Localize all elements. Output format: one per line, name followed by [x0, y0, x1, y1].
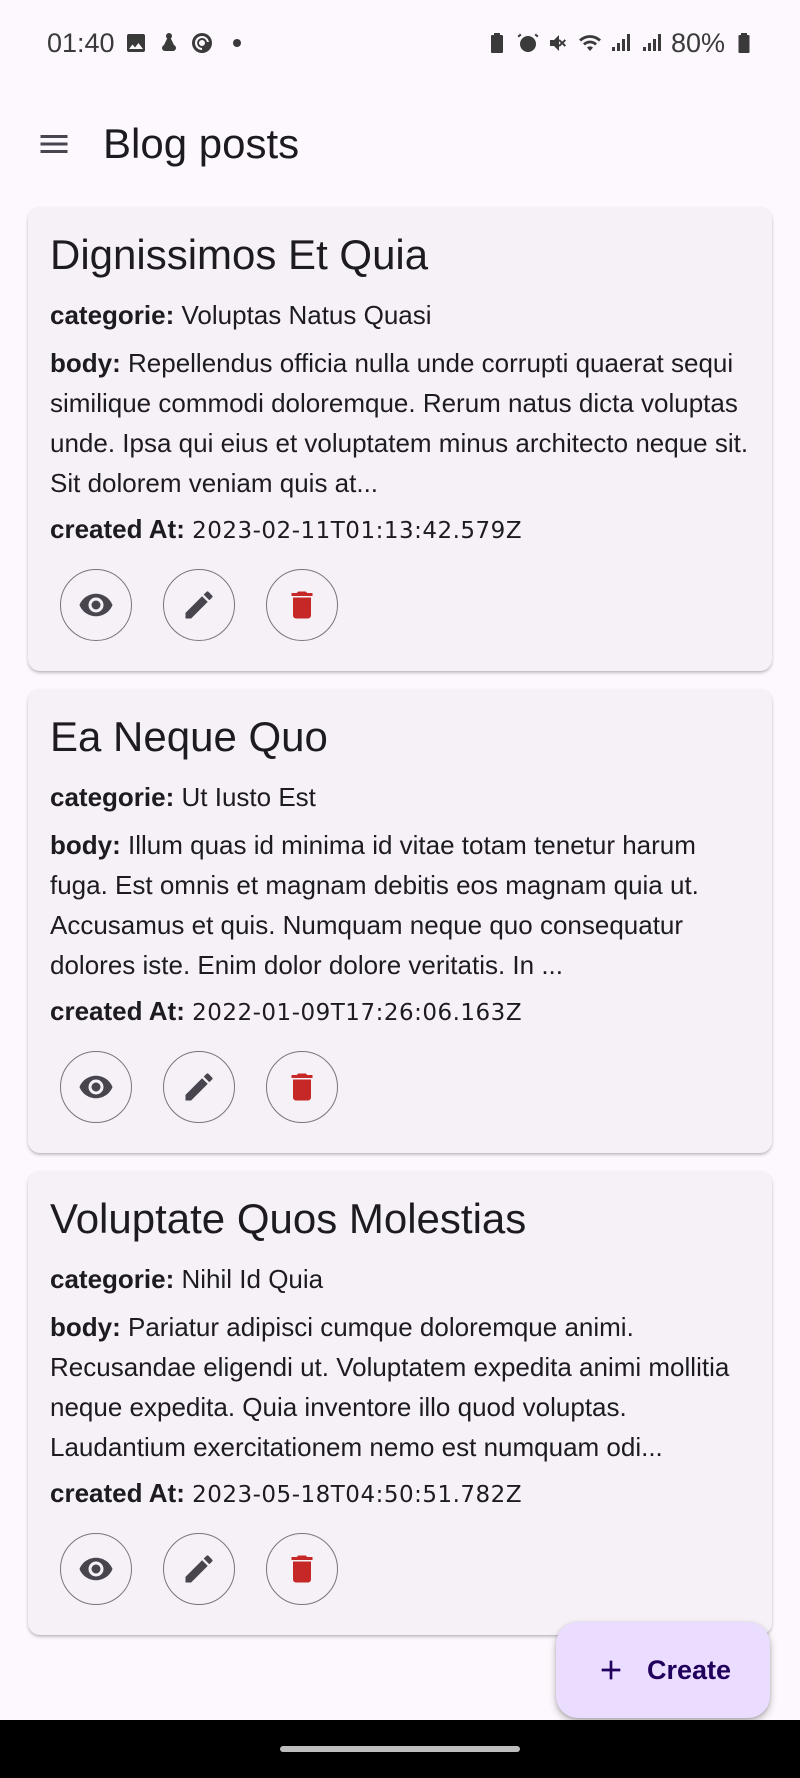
- battery-icon: [732, 31, 756, 55]
- category-value: Voluptas Natus Quasi: [181, 300, 432, 330]
- delete-button[interactable]: [266, 1533, 338, 1605]
- status-time: 01:40: [47, 27, 115, 58]
- created-label: created At:: [50, 996, 185, 1026]
- created-value: 2023-05-18T04:50:51.782Z: [192, 1482, 523, 1508]
- pencil-icon: [185, 591, 213, 619]
- category-value: Ut Iusto Est: [181, 782, 316, 812]
- view-button[interactable]: [60, 569, 132, 641]
- eye-icon: [79, 1557, 113, 1581]
- status-left: 01:40: [47, 28, 241, 59]
- post-card: Voluptate Quos Molestias categorie: Nihi…: [28, 1171, 772, 1635]
- body-label: body:: [50, 1312, 121, 1342]
- battery-saver-icon: [485, 31, 509, 55]
- edit-button[interactable]: [163, 1533, 235, 1605]
- pencil-icon: [185, 1073, 213, 1101]
- created-value: 2023-02-11T01:13:42.579Z: [192, 518, 523, 544]
- post-body: body: Illum quas id minima id vitae tota…: [50, 825, 750, 985]
- post-actions: [50, 1051, 750, 1123]
- view-button[interactable]: [60, 1533, 132, 1605]
- post-body: body: Pariatur adipisci cumque doloremqu…: [50, 1307, 750, 1467]
- plus-icon: [601, 1660, 621, 1680]
- system-nav-bar: [0, 1720, 800, 1778]
- category-value: Nihil Id Quia: [181, 1264, 324, 1294]
- eye-icon: [79, 1075, 113, 1099]
- post-category: categorie: Voluptas Natus Quasi: [50, 295, 750, 335]
- post-title: Voluptate Quos Molestias: [50, 1195, 527, 1242]
- notification-dot-icon: [232, 39, 241, 47]
- post-title: Dignissimos Et Quia: [50, 231, 429, 278]
- lab-icon: [157, 31, 181, 55]
- category-label: categorie:: [50, 300, 175, 330]
- post-card: Dignissimos Et Quia categorie: Voluptas …: [28, 207, 772, 671]
- delete-button[interactable]: [266, 569, 338, 641]
- body-label: body:: [50, 830, 121, 860]
- signal-icon: [640, 31, 664, 55]
- post-category: categorie: Nihil Id Quia: [50, 1259, 750, 1299]
- signal-icon: [609, 31, 633, 55]
- battery-percent: 80%: [670, 27, 725, 58]
- edit-button[interactable]: [163, 1051, 235, 1123]
- view-button[interactable]: [60, 1051, 132, 1123]
- body-value: Pariatur adipisci cumque doloremque anim…: [50, 1312, 730, 1462]
- post-actions: [50, 1533, 750, 1605]
- status-right: 80%: [485, 28, 756, 59]
- body-label: body:: [50, 348, 121, 378]
- post-category: categorie: Ut Iusto Est: [50, 777, 750, 817]
- menu-icon: [40, 135, 68, 153]
- category-label: categorie:: [50, 782, 175, 812]
- post-created-at: created At: 2023-05-18T04:50:51.782Z: [50, 1473, 750, 1515]
- mute-icon: [547, 31, 571, 55]
- trash-icon: [291, 591, 313, 619]
- eye-icon: [79, 593, 113, 617]
- alarm-icon: [516, 31, 540, 55]
- post-list: Dignissimos Et Quia categorie: Voluptas …: [28, 207, 772, 1653]
- body-value: Repellendus officia nulla unde corrupti …: [50, 348, 749, 498]
- create-label: Create: [646, 1654, 732, 1685]
- post-actions: [50, 569, 750, 641]
- home-gesture-handle[interactable]: [280, 1746, 520, 1752]
- status-bar: 01:40 80%: [0, 0, 800, 86]
- created-value: 2022-01-09T17:26:06.163Z: [192, 1000, 523, 1026]
- app-bar: Blog posts: [0, 86, 800, 202]
- category-label: categorie:: [50, 1264, 175, 1294]
- post-card: Ea Neque Quo categorie: Ut Iusto Est bod…: [28, 689, 772, 1153]
- created-label: created At:: [50, 1478, 185, 1508]
- delete-button[interactable]: [266, 1051, 338, 1123]
- trash-icon: [291, 1073, 313, 1101]
- post-created-at: created At: 2023-02-11T01:13:42.579Z: [50, 509, 750, 551]
- face-icon: [190, 31, 214, 55]
- post-body: body: Repellendus officia nulla unde cor…: [50, 343, 750, 503]
- post-title: Ea Neque Quo: [50, 713, 328, 760]
- page-title: Blog posts: [103, 120, 300, 167]
- post-created-at: created At: 2022-01-09T17:26:06.163Z: [50, 991, 750, 1033]
- trash-icon: [291, 1555, 313, 1583]
- image-icon: [124, 31, 148, 55]
- menu-button[interactable]: [36, 126, 72, 162]
- pencil-icon: [185, 1555, 213, 1583]
- body-value: Illum quas id minima id vitae totam tene…: [50, 830, 699, 980]
- wifi-icon: [578, 31, 602, 55]
- created-label: created At:: [50, 514, 185, 544]
- edit-button[interactable]: [163, 569, 235, 641]
- create-button[interactable]: Create: [556, 1622, 770, 1718]
